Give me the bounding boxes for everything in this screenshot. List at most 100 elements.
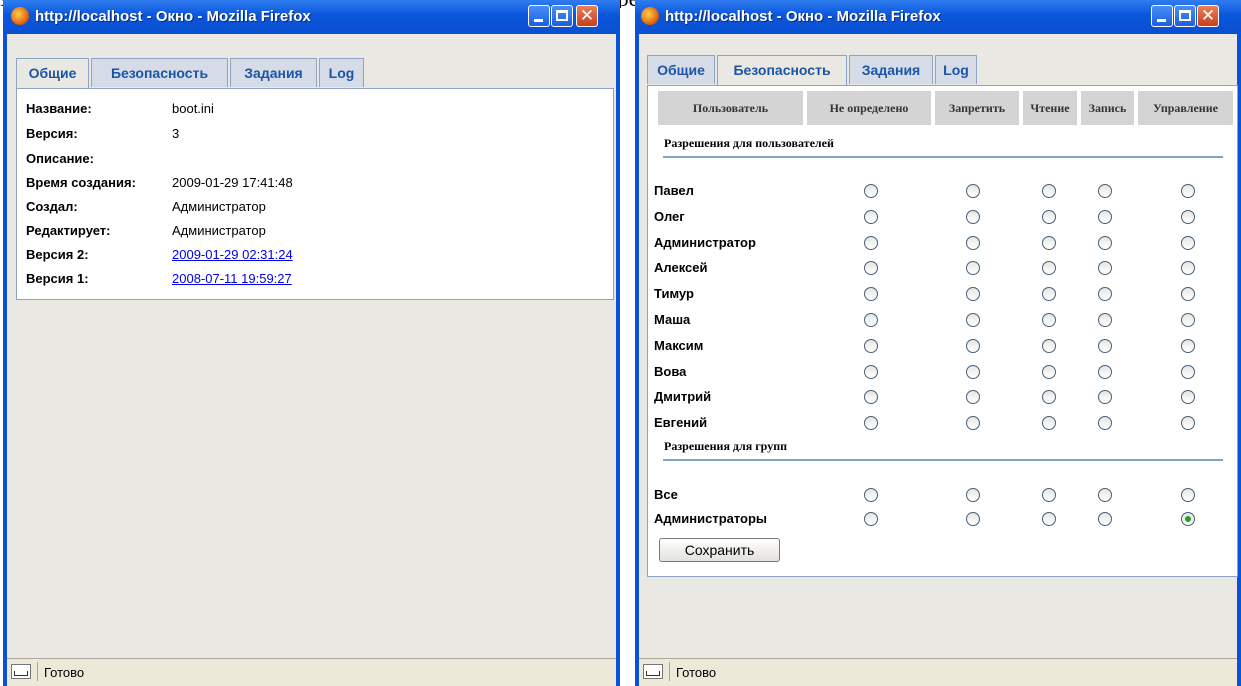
permission-radio[interactable] [966,488,980,502]
permission-radio[interactable] [864,390,878,405]
tab-general[interactable]: Общие [647,55,715,84]
tab-tasks[interactable]: Задания [230,58,317,87]
permission-radio[interactable] [864,488,878,502]
firefox-icon [641,7,659,25]
permission-radio[interactable] [864,364,878,379]
minimize-button[interactable] [528,5,550,27]
permission-radio[interactable] [966,313,980,327]
tab-log[interactable]: Log [935,55,977,84]
permission-radio[interactable] [1042,261,1056,276]
permission-radio[interactable] [1042,512,1056,526]
column-header: Управление [1138,91,1233,125]
permission-radio[interactable] [1042,287,1056,302]
permission-radio[interactable] [864,512,878,526]
permission-radio[interactable] [1042,313,1056,327]
permission-radio[interactable] [1181,184,1195,198]
permission-radio[interactable] [864,235,878,250]
permission-radio[interactable] [1181,338,1195,353]
minimize-button[interactable] [1151,5,1173,27]
property-label: Редактирует: [26,223,111,238]
principal-name: Евгений [654,415,708,431]
permission-radio[interactable] [1098,488,1112,502]
tab-general[interactable]: Общие [16,58,89,89]
version-link[interactable]: 2008-07-11 19:59:27 [172,271,292,286]
permission-radio[interactable] [864,209,878,224]
permission-radio[interactable] [1098,390,1112,405]
permission-radio[interactable] [864,338,878,353]
close-button[interactable]: ✕ [576,5,598,27]
permission-radio[interactable] [1181,209,1195,224]
permission-radio[interactable] [864,287,878,302]
permission-radio[interactable] [1098,512,1112,526]
permission-radio[interactable] [1098,313,1112,327]
permission-radio[interactable] [1042,416,1056,431]
close-button[interactable]: ✕ [1197,5,1219,27]
window-title: http://localhost - Окно - Mozilla Firefo… [35,8,311,25]
property-label: Версия 2: [26,247,89,262]
permission-radio[interactable] [1042,390,1056,405]
permission-radio[interactable] [1098,287,1112,302]
permission-radio[interactable] [1098,209,1112,224]
close-icon: ✕ [579,6,595,26]
column-header: Запретить [935,91,1019,125]
permission-radio[interactable] [1181,512,1195,526]
permission-radio[interactable] [966,209,980,224]
permission-radio[interactable] [1181,313,1195,327]
save-button[interactable]: Сохранить [659,538,780,562]
permission-radio[interactable] [1042,184,1056,198]
tab-security[interactable]: Безопасность [717,55,847,86]
property-value: Администратор [172,223,266,238]
principal-name: Максим [654,337,704,353]
users-section-title: Разрешения для пользователей [664,136,834,150]
status-bar: Готово [7,658,616,686]
permission-radio[interactable] [966,235,980,250]
permission-radio[interactable] [966,390,980,405]
property-value: Администратор [172,199,266,214]
tab-tasks[interactable]: Задания [849,55,933,84]
permission-radio[interactable] [966,364,980,379]
permission-radio[interactable] [966,512,980,526]
permission-radio[interactable] [966,261,980,276]
permission-radio[interactable] [1181,364,1195,379]
permission-radio[interactable] [1042,209,1056,224]
permission-radio[interactable] [1042,364,1056,379]
status-bar-icon [643,664,663,679]
permission-radio[interactable] [864,416,878,431]
permission-radio[interactable] [966,416,980,431]
principal-name: Алексей [654,260,708,276]
permission-radio[interactable] [1098,416,1112,431]
permission-radio[interactable] [1042,488,1056,502]
permission-radio[interactable] [966,287,980,302]
property-value: 3 [172,126,180,141]
permission-radio[interactable] [1098,235,1112,250]
permission-radio[interactable] [1181,390,1195,405]
tab-log[interactable]: Log [319,58,364,87]
section-divider [663,156,1223,158]
permission-radio[interactable] [1181,488,1195,502]
permission-radio[interactable] [864,313,878,327]
permission-radio[interactable] [966,338,980,353]
version-link[interactable]: 2009-01-29 02:31:24 [172,247,293,262]
permission-radio[interactable] [1042,235,1056,250]
maximize-button[interactable] [551,5,573,27]
principal-name: Олег [654,208,685,224]
minimize-icon [534,19,543,22]
principal-name: Дмитрий [654,389,712,405]
window-content: Общие Безопасность Задания Log Пользоват… [639,34,1238,659]
permission-radio[interactable] [1181,235,1195,250]
tab-security[interactable]: Безопасность [91,58,228,87]
permission-radio[interactable] [864,261,878,276]
permission-radio[interactable] [1098,364,1112,379]
maximize-button[interactable] [1174,5,1196,27]
window-titlebar[interactable]: http://localhost - Окно - Mozilla Firefo… [635,0,1241,34]
permission-radio[interactable] [1181,416,1195,431]
permission-radio[interactable] [966,184,980,198]
permission-radio[interactable] [1098,338,1112,353]
permission-radio[interactable] [1098,261,1112,276]
permission-radio[interactable] [864,184,878,198]
permission-radio[interactable] [1181,261,1195,276]
permission-radio[interactable] [1098,184,1112,198]
permission-radio[interactable] [1181,287,1195,302]
window-titlebar[interactable]: http://localhost - Окно - Mozilla Firefo… [3,0,620,34]
permission-radio[interactable] [1042,338,1056,353]
